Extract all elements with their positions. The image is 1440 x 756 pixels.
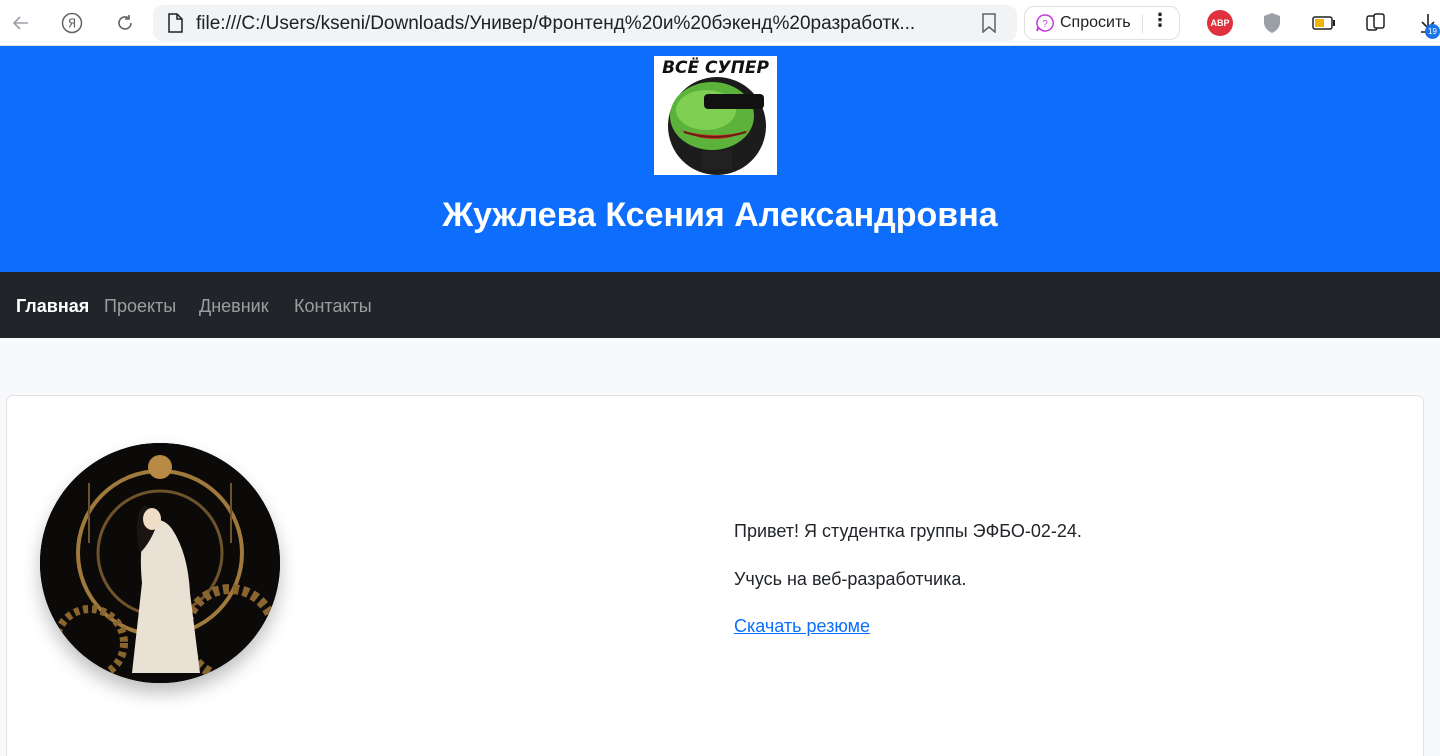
reload-icon[interactable]: [111, 9, 139, 37]
svg-text:Я: Я: [68, 17, 76, 31]
shield-icon[interactable]: [1258, 9, 1286, 37]
back-arrow-icon[interactable]: [7, 9, 35, 37]
address-bar[interactable]: file:///C:/Users/kseni/Downloads/Универ/…: [153, 5, 1017, 41]
about-text: Учусь на веб-разработчика.: [734, 569, 967, 589]
site-header: ВСЁ СУПЕР Жужлева Ксения Александровна: [0, 46, 1440, 272]
nav-item-home[interactable]: Главная: [16, 296, 89, 317]
avatar-illustration-icon: [40, 443, 280, 683]
avatar: [40, 443, 280, 683]
divider: [1142, 15, 1143, 33]
more-icon[interactable]: ⋮: [1147, 10, 1173, 36]
address-text[interactable]: file:///C:/Users/kseni/Downloads/Универ/…: [196, 13, 956, 35]
browser-toolbar: Я file:///C:/Users/kseni/Downloads/Униве…: [0, 0, 1440, 46]
adblock-icon[interactable]: ABP: [1207, 10, 1233, 36]
nav-item-projects[interactable]: Проекты: [104, 296, 176, 317]
greeting-text: Привет! Я студентка группы ЭФБО-02-24.: [734, 521, 1082, 541]
battery-icon: [1310, 9, 1338, 37]
profile-card: Привет! Я студентка группы ЭФБО-02-24. У…: [6, 395, 1424, 756]
page-icon: [161, 9, 189, 37]
ask-alice-button[interactable]: ? Спросить ⋮: [1024, 6, 1180, 40]
nav-item-diary[interactable]: Дневник: [199, 296, 269, 317]
ask-label: Спросить: [1060, 14, 1131, 31]
bookmark-icon[interactable]: [975, 9, 1003, 37]
logo-text: ВСЁ СУПЕР: [662, 58, 769, 78]
yandex-icon[interactable]: Я: [58, 9, 86, 37]
main-nav: Главная Проекты Дневник Контакты: [0, 272, 1440, 338]
alice-icon: ?: [1031, 9, 1059, 37]
download-badge: 19: [1425, 24, 1440, 39]
svg-text:?: ?: [1042, 19, 1048, 30]
adblock-label: ABP: [1210, 18, 1230, 28]
intro-block: Привет! Я студентка группы ЭФБО-02-24. У…: [734, 520, 1082, 637]
logo-image: ВСЁ СУПЕР: [654, 56, 777, 175]
download-resume-link[interactable]: Скачать резюме: [734, 616, 870, 636]
page-title: Жужлева Ксения Александровна: [442, 196, 998, 234]
collections-icon[interactable]: [1362, 9, 1390, 37]
nav-item-contacts[interactable]: Контакты: [294, 296, 372, 317]
